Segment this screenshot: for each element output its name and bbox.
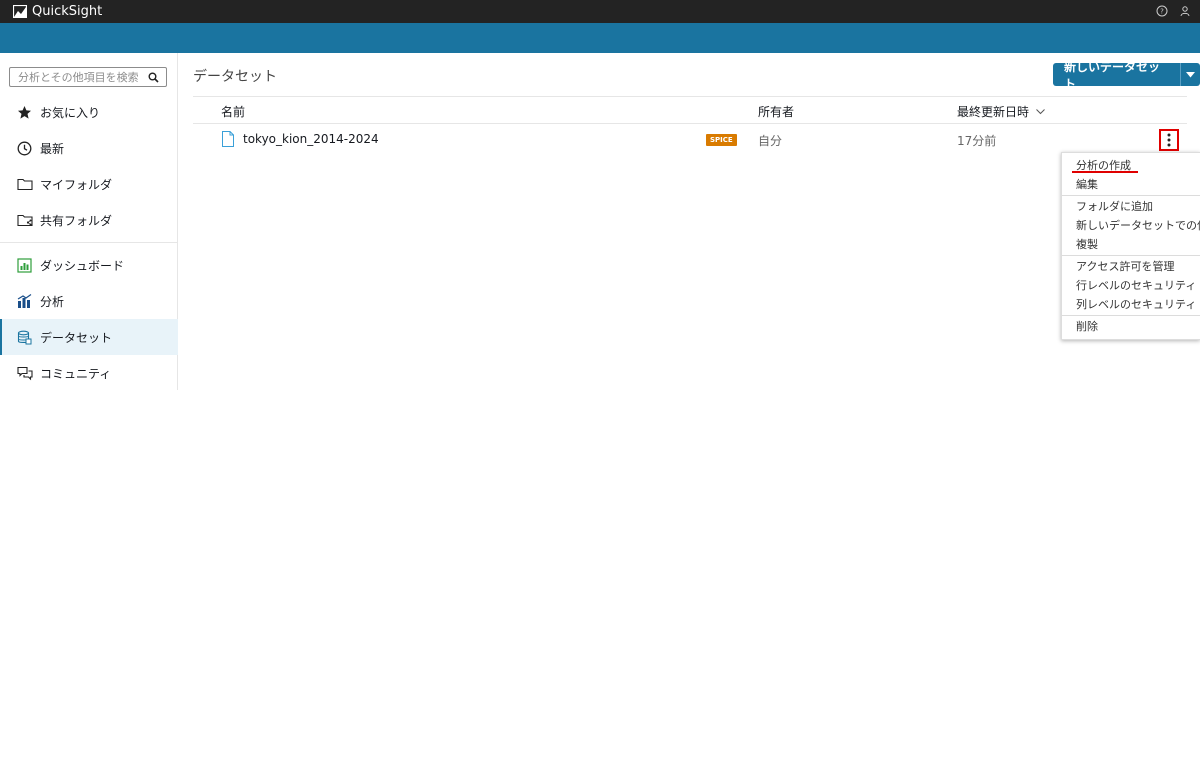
row-context-menu: 分析の作成 編集 フォルダに追加 新しいデータセットでの使用 複製 アクセス許可… [1061, 152, 1200, 340]
analysis-icon [16, 293, 33, 310]
new-dataset-button[interactable]: 新しいデータセット [1053, 60, 1181, 91]
menu-item-add-to-folder[interactable]: フォルダに追加 [1062, 197, 1200, 216]
highlight-underline [1072, 171, 1138, 173]
menu-item-manage-permissions[interactable]: アクセス許可を管理 [1062, 257, 1200, 276]
row-actions-button[interactable] [1159, 129, 1179, 151]
sidebar-item-recent[interactable]: 最新 [0, 130, 178, 166]
spice-badge: SPICE [706, 134, 737, 146]
sidebar-item-label: 共有フォルダ [40, 213, 113, 228]
star-icon [16, 104, 33, 121]
dataset-owner: 自分 [758, 134, 783, 148]
column-header-updated-label: 最終更新日時 [957, 105, 1030, 119]
search-icon[interactable] [146, 70, 160, 84]
sidebar-item-my-folders[interactable]: マイフォルダ [0, 166, 178, 202]
menu-item-duplicate[interactable]: 複製 [1062, 235, 1200, 254]
menu-item-row-level-security[interactable]: 行レベルのセキュリティ [1062, 276, 1200, 295]
menu-item-create-analysis[interactable]: 分析の作成 [1062, 156, 1200, 175]
column-header-name[interactable]: 名前 [221, 103, 245, 120]
help-icon[interactable]: ? [1155, 4, 1169, 18]
sidebar-item-label: コミュニティ [40, 366, 112, 381]
new-dataset-button-group: 新しいデータセット [1053, 60, 1200, 91]
menu-item-column-level-security[interactable]: 列レベルのセキュリティ [1062, 295, 1200, 314]
header-band [0, 23, 1200, 53]
sidebar-item-label: データセット [40, 330, 113, 345]
sidebar-item-label: 分析 [40, 294, 65, 309]
user-icon[interactable] [1178, 4, 1192, 18]
sidebar-item-shared-folders[interactable]: 共有フォルダ [0, 202, 178, 238]
sidebar-item-dashboards[interactable]: ダッシュボード [0, 247, 178, 283]
sidebar-item-community[interactable]: コミュニティ [0, 355, 178, 391]
sidebar-item-label: お気に入り [40, 105, 101, 120]
search-box [9, 67, 167, 87]
column-header-owner[interactable]: 所有者 [758, 103, 794, 120]
nav-divider [0, 242, 178, 243]
menu-item-edit[interactable]: 編集 [1062, 175, 1200, 194]
dataset-table: 名前 所有者 最終更新日時 tokyo_kion_2014-2024 SPICE… [193, 96, 1187, 154]
new-dataset-dropdown[interactable] [1181, 63, 1200, 86]
sidebar-item-analyses[interactable]: 分析 [0, 283, 178, 319]
sidebar-item-datasets[interactable]: データセット [0, 319, 178, 355]
sort-chevron-down-icon [1036, 108, 1045, 114]
search-input[interactable] [10, 68, 146, 86]
table-row[interactable]: tokyo_kion_2014-2024 SPICE 自分 17分前 [193, 124, 1187, 154]
dataset-name[interactable]: tokyo_kion_2014-2024 [243, 132, 379, 146]
top-bar: QuickSight ? [0, 0, 1200, 23]
sidebar-item-label: 最新 [40, 141, 65, 156]
menu-divider [1062, 315, 1200, 316]
community-icon [16, 365, 33, 382]
table-header: 名前 所有者 最終更新日時 [193, 96, 1187, 124]
caret-down-icon [1185, 71, 1195, 77]
quicksight-logo-icon [13, 5, 27, 18]
sidebar-item-label: ダッシュボード [40, 258, 125, 273]
menu-divider [1062, 255, 1200, 256]
file-icon [222, 131, 234, 147]
column-header-updated[interactable]: 最終更新日時 [957, 103, 1045, 120]
folder-icon [16, 176, 33, 193]
sidebar: お気に入り 最新 マイフォルダ 共有フォルダ ダッシュボード [0, 53, 178, 390]
menu-item-use-in-new-dataset[interactable]: 新しいデータセットでの使用 [1062, 216, 1200, 235]
nav-primary: お気に入り 最新 マイフォルダ 共有フォルダ ダッシュボード 分析 データセット… [0, 94, 178, 391]
dashboard-icon [16, 257, 33, 274]
more-vertical-icon [1167, 133, 1171, 147]
svg-text:?: ? [1160, 8, 1164, 16]
sidebar-item-label: マイフォルダ [40, 177, 113, 192]
dataset-icon [16, 329, 33, 346]
app-logo[interactable]: QuickSight [13, 4, 102, 19]
menu-item-delete[interactable]: 削除 [1062, 317, 1200, 336]
sidebar-item-favorites[interactable]: お気に入り [0, 94, 178, 130]
dataset-updated: 17分前 [957, 134, 997, 148]
shared-folder-icon [16, 212, 33, 229]
page-title: データセット [193, 69, 277, 85]
clock-icon [16, 140, 33, 157]
menu-divider [1062, 195, 1200, 196]
app-title: QuickSight [32, 4, 103, 19]
